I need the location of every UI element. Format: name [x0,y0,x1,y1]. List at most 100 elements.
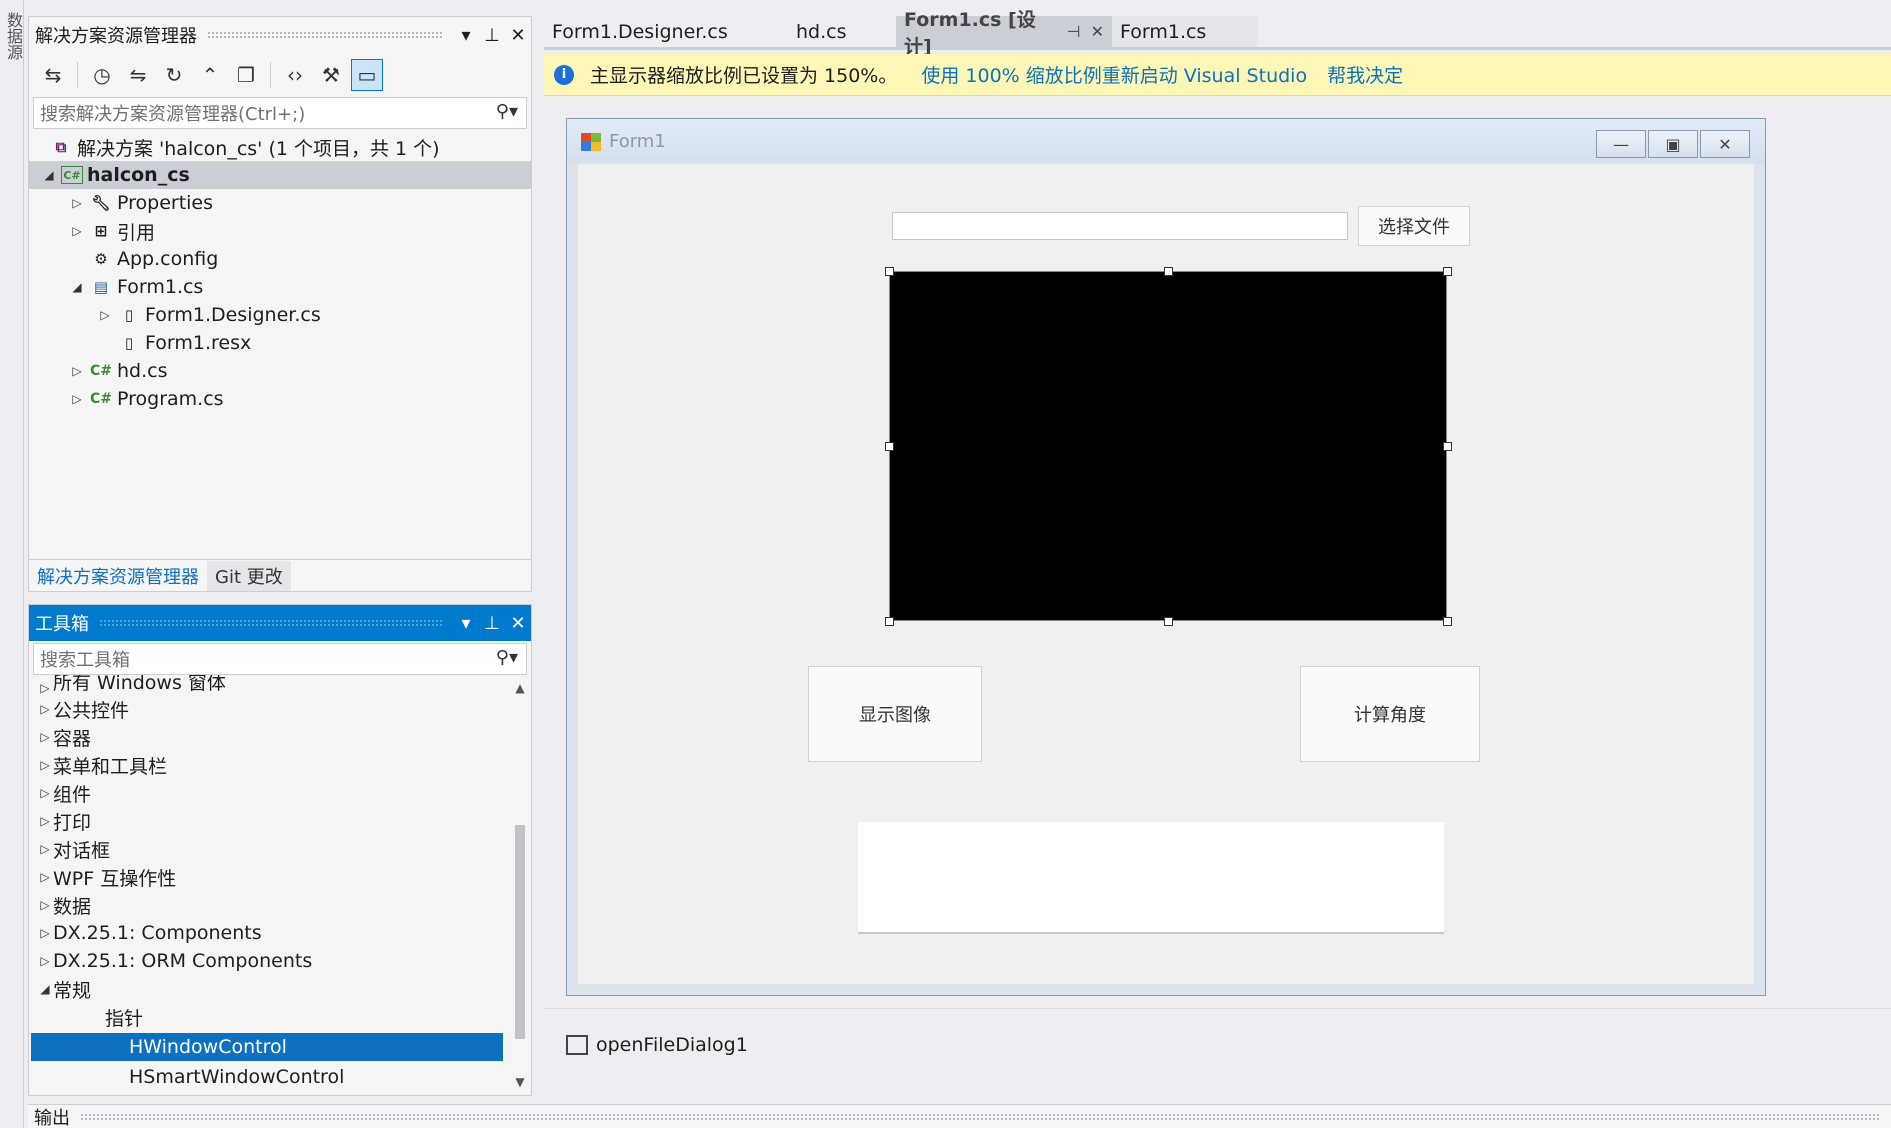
resize-handle[interactable] [1164,617,1173,626]
help-me-decide-link[interactable]: 帮我决定 [1327,61,1403,88]
resize-handle[interactable] [1443,267,1452,276]
show-all-files-icon[interactable]: ❐ [230,59,262,91]
toolbox-item-pointer[interactable]: 指针 [29,1003,513,1031]
file-path-textbox[interactable] [892,212,1348,240]
solution-explorer-panel: 解决方案资源管理器 ▾ ⊥ ✕ ⇆ ◷ ⇋ ↻ ⌃ ❐ ‹› ⚒ ▭ 搜索解决方… [28,16,532,592]
close-icon[interactable]: ✕ [505,25,531,46]
tree-item-references[interactable]: ▷ ⊞ 引用 [29,217,531,245]
form-title: Form1 [609,130,666,152]
select-file-button[interactable]: 选择文件 [1358,206,1470,246]
pending-changes-icon[interactable]: ◷ [86,59,118,91]
toolbox-group-general[interactable]: ◢ 常规 [29,975,513,1003]
toolbox-group[interactable]: ▷ 对话框 [29,835,513,863]
collapse-all-icon[interactable]: ⌃ [194,59,226,91]
output-panel-titlebar[interactable]: 输出 [28,1104,1891,1128]
expanded-arrow-icon[interactable]: ◢ [41,168,57,182]
search-icon[interactable]: ⚲▾ [496,647,518,668]
pin-icon[interactable]: ⊥ [479,25,505,46]
tree-item-form1[interactable]: ◢ ▤ Form1.cs [29,273,531,301]
form-maximize-button[interactable]: ▣ [1648,130,1698,158]
refresh-icon[interactable]: ↻ [158,59,190,91]
collapsed-arrow-icon: ▷ [40,954,50,968]
tree-item-properties[interactable]: ▷ 🔧︎ Properties [29,189,531,217]
close-icon[interactable]: ✕ [1091,22,1104,41]
toolbox-item-hwindowcontrol[interactable]: HWindowControl [31,1033,503,1061]
toolbox-group[interactable]: ▷ 公共控件 [29,695,513,723]
data-sources-tab[interactable]: 数据源 [1,12,25,60]
tree-item-appconfig[interactable]: ⚙ App.config [29,245,531,273]
toolbox-group[interactable]: ▷ 容器 [29,723,513,751]
collapsed-arrow-icon[interactable]: ▷ [69,196,85,210]
toolbox-group[interactable]: ▷ DX.25.1: ORM Components [29,947,513,975]
component-name: openFileDialog1 [596,1034,748,1056]
tab-git-changes[interactable]: Git 更改 [207,561,291,591]
toolbox-group[interactable]: ▷ 数据 [29,891,513,919]
tree-item-program-cs[interactable]: ▷ C# Program.cs [29,385,531,413]
form-close-button[interactable]: ✕ [1700,130,1750,158]
expanded-arrow-icon[interactable]: ◢ [69,280,85,294]
tab-hd-cs[interactable]: hd.cs [776,16,896,47]
close-icon[interactable]: ✕ [505,613,531,634]
tree-item-form1-resx[interactable]: ▯ Form1.resx [29,329,531,357]
resize-handle[interactable] [885,442,894,451]
sync-icon[interactable]: ⇋ [122,59,154,91]
toolbox-group[interactable]: ▷ 组件 [29,779,513,807]
solution-search-input[interactable]: 搜索解决方案资源管理器(Ctrl+;) ⚲▾ [33,97,527,129]
toolbox-group[interactable]: ▷ WPF 互操作性 [29,863,513,891]
form-caption-bar[interactable]: Form1 [567,119,1765,163]
tab-form1-cs-design[interactable]: Form1.cs [设计] ⊣ ✕ [896,9,1112,58]
pin-icon[interactable]: ⊥ [479,613,505,634]
collapsed-arrow-icon: ▷ [40,870,50,884]
preview-selected-icon[interactable]: ▭ [351,59,383,91]
result-textbox[interactable] [858,822,1444,934]
scroll-up-icon[interactable]: ▲ [513,681,527,695]
tree-item-form1-designer[interactable]: ▷ ▯ Form1.Designer.cs [29,301,531,329]
chevron-down-icon[interactable]: ▾ [453,25,479,46]
chevron-down-icon[interactable]: ▾ [453,613,479,634]
scroll-down-icon[interactable]: ▼ [513,1075,527,1089]
properties-wrench-icon[interactable]: ⚒ [315,59,347,91]
resize-handle[interactable] [885,617,894,626]
toolbox-item-hsmartwindowcontrol[interactable]: HSmartWindowControl [29,1063,513,1091]
toolbox-group[interactable]: ▷ 所有 Windows 窗体 [29,675,513,695]
dialog-component-icon [566,1035,588,1055]
tab-solution-explorer[interactable]: 解决方案资源管理器 [29,561,207,591]
pin-icon[interactable]: ⊣ [1067,22,1081,41]
toolbox-search-input[interactable]: 搜索工具箱 ⚲▾ [33,643,527,675]
toolbox-group[interactable]: ▷ 菜单和工具栏 [29,751,513,779]
resize-handle[interactable] [885,267,894,276]
resize-handle[interactable] [1443,617,1452,626]
drag-grip[interactable] [207,31,443,39]
tree-item-hd-cs[interactable]: ▷ C# hd.cs [29,357,531,385]
toolbox-scrollbar[interactable]: ▲ ▼ [513,681,527,1089]
scrollbar-thumb[interactable] [515,825,525,1039]
search-icon[interactable]: ⚲▾ [496,101,518,122]
left-tool-strip: 数据源 [0,0,24,1128]
collapsed-arrow-icon[interactable]: ▷ [97,308,113,322]
toolbox-group[interactable]: ▷ DX.25.1: Components [29,919,513,947]
component-open-file-dialog[interactable]: openFileDialog1 [566,1030,748,1060]
tab-form1-designer-cs[interactable]: Form1.Designer.cs [544,16,776,47]
view-code-icon[interactable]: ‹› [279,59,311,91]
tree-item-project[interactable]: ◢ C# halcon_cs [29,161,531,189]
collapsed-arrow-icon[interactable]: ▷ [69,392,85,406]
collapsed-arrow-icon[interactable]: ▷ [69,364,85,378]
calc-angle-button[interactable]: 计算角度 [1300,666,1480,762]
resize-handle[interactable] [1164,267,1173,276]
hwindow-control[interactable] [889,271,1447,621]
switch-views-icon[interactable]: ⇆ [37,59,69,91]
collapsed-arrow-icon: ▷ [40,681,50,695]
collapsed-arrow-icon: ▷ [40,730,50,744]
collapsed-arrow-icon: ▷ [40,898,50,912]
restart-at-100-link[interactable]: 使用 100% 缩放比例重新启动 Visual Studio [921,61,1307,88]
resize-handle[interactable] [1443,442,1452,451]
show-image-button[interactable]: 显示图像 [808,666,982,762]
collapsed-arrow-icon: ▷ [40,926,50,940]
tree-item-solution[interactable]: ⧉ 解决方案 'halcon_cs' (1 个项目，共 1 个) [29,133,531,161]
form-minimize-button[interactable]: — [1596,130,1646,158]
tab-form1-cs[interactable]: Form1.cs [1112,16,1258,47]
drag-grip[interactable] [99,619,443,627]
collapsed-arrow-icon[interactable]: ▷ [69,224,85,238]
toolbox-title: 工具箱 [35,614,89,635]
toolbox-group[interactable]: ▷ 打印 [29,807,513,835]
